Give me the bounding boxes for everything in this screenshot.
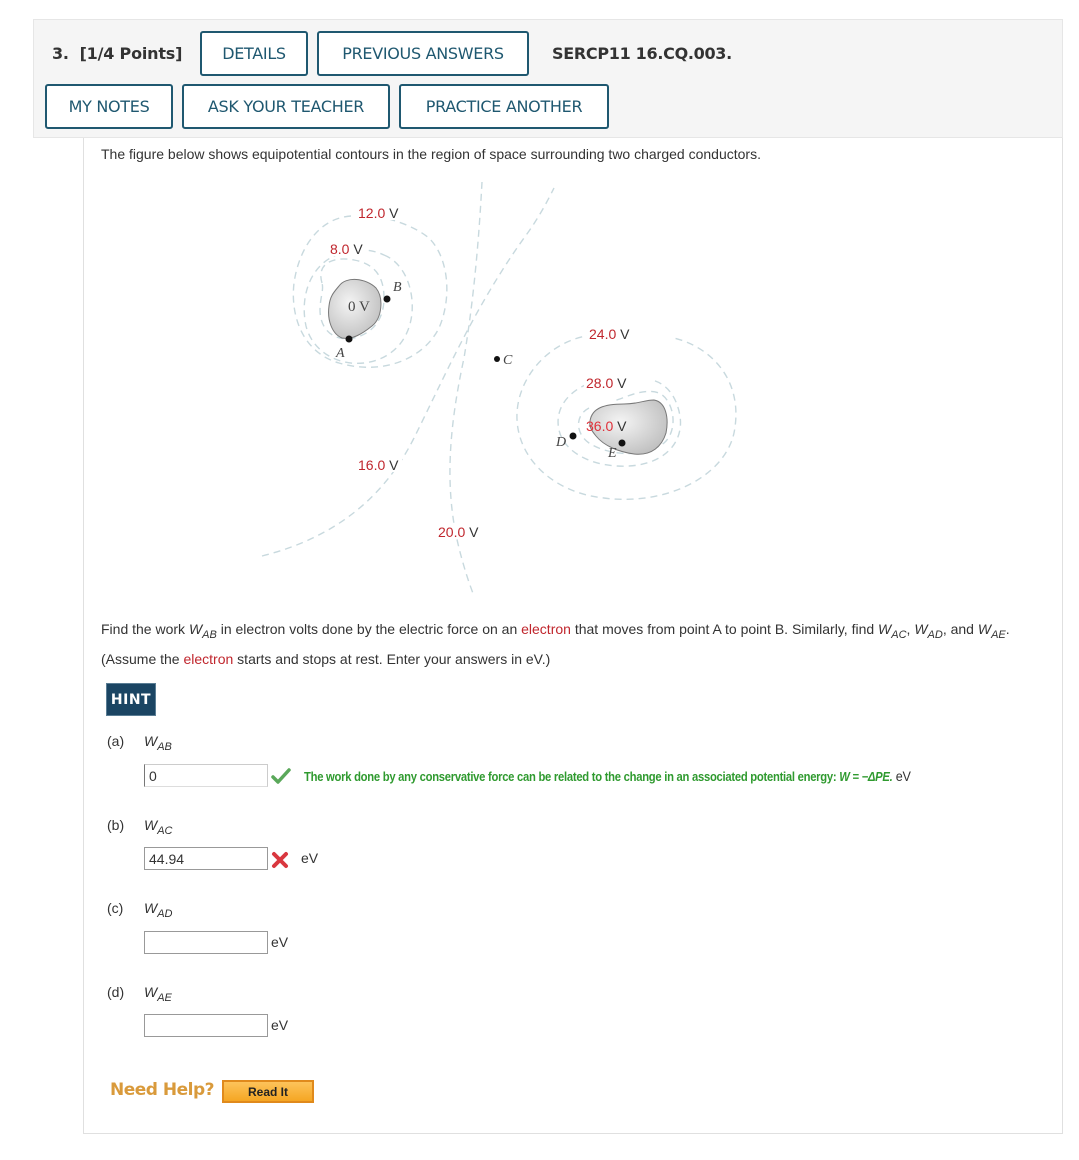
label-36v: 36.0 V bbox=[586, 418, 627, 434]
answer-a-input[interactable] bbox=[144, 764, 268, 787]
point-e-marker bbox=[618, 439, 626, 447]
unit-c: eV bbox=[271, 934, 289, 950]
question-body: The figure below shows equipotential con… bbox=[83, 138, 1063, 1134]
point-c-marker bbox=[494, 356, 500, 362]
electron-term: electron bbox=[183, 651, 234, 667]
point-b-label: B bbox=[393, 280, 402, 295]
point-d-label: D bbox=[555, 435, 566, 450]
part-c-label: (c) bbox=[107, 900, 124, 916]
incorrect-x-icon bbox=[272, 852, 288, 868]
unit-b: eV bbox=[301, 850, 319, 866]
question-header: 3. [1/4 Points] DETAILS PREVIOUS ANSWERS… bbox=[33, 19, 1063, 138]
left-conductor-voltage: 0 V bbox=[348, 299, 370, 315]
label-24v: 24.0 V bbox=[589, 326, 630, 342]
point-a-label: A bbox=[335, 346, 345, 361]
label-28v: 28.0 V bbox=[586, 375, 627, 391]
unit-d: eV bbox=[271, 1017, 289, 1033]
previous-answers-button[interactable]: PREVIOUS ANSWERS bbox=[317, 31, 529, 76]
contour-16v bbox=[261, 187, 555, 557]
label-8v: 8.0 V bbox=[330, 241, 363, 257]
electron-term: electron bbox=[521, 621, 571, 637]
problem-statement: Find the work WAB in electron volts done… bbox=[101, 621, 1010, 667]
hint-button[interactable]: HINT bbox=[106, 683, 156, 716]
answer-b-input[interactable] bbox=[144, 847, 268, 870]
part-b-variable: WAC bbox=[144, 817, 173, 837]
details-button[interactable]: DETAILS bbox=[200, 31, 308, 76]
question-code: SERCP11 16.CQ.003. bbox=[552, 44, 732, 63]
point-e-label: E bbox=[607, 446, 617, 461]
question-number: 3. [1/4 Points] bbox=[52, 44, 183, 63]
part-d-variable: WAE bbox=[144, 984, 172, 1004]
point-c-label: C bbox=[503, 353, 513, 368]
ask-teacher-button[interactable]: ASK YOUR TEACHER bbox=[182, 84, 390, 129]
answer-c-input[interactable] bbox=[144, 931, 268, 954]
my-notes-button[interactable]: MY NOTES bbox=[45, 84, 173, 129]
points-label: [1/4 Points] bbox=[79, 44, 183, 63]
answer-d-input[interactable] bbox=[144, 1014, 268, 1037]
equipotential-figure: A B C D E 0 V 12.0 V 8.0 V 16.0 V 20.0 V… bbox=[261, 181, 737, 597]
part-c-variable: WAD bbox=[144, 900, 173, 920]
point-a-marker bbox=[345, 335, 353, 343]
label-16v: 16.0 V bbox=[358, 457, 399, 473]
practice-another-button[interactable]: PRACTICE ANOTHER bbox=[399, 84, 609, 129]
feedback-message: The work done by any conservative force … bbox=[304, 768, 911, 784]
intro-text: The figure below shows equipotential con… bbox=[101, 146, 761, 162]
correct-check-icon bbox=[271, 768, 291, 784]
part-a-label: (a) bbox=[107, 733, 125, 749]
part-d-label: (d) bbox=[107, 984, 125, 1000]
need-help-label: Need Help? bbox=[110, 1080, 215, 1100]
part-b-label: (b) bbox=[107, 817, 125, 833]
label-20v: 20.0 V bbox=[438, 524, 479, 540]
point-d-marker bbox=[569, 432, 577, 440]
read-it-button[interactable]: Read It bbox=[222, 1080, 314, 1103]
label-12v: 12.0 V bbox=[358, 205, 399, 221]
part-a-variable: WAB bbox=[144, 733, 172, 753]
point-b-marker bbox=[383, 295, 391, 303]
